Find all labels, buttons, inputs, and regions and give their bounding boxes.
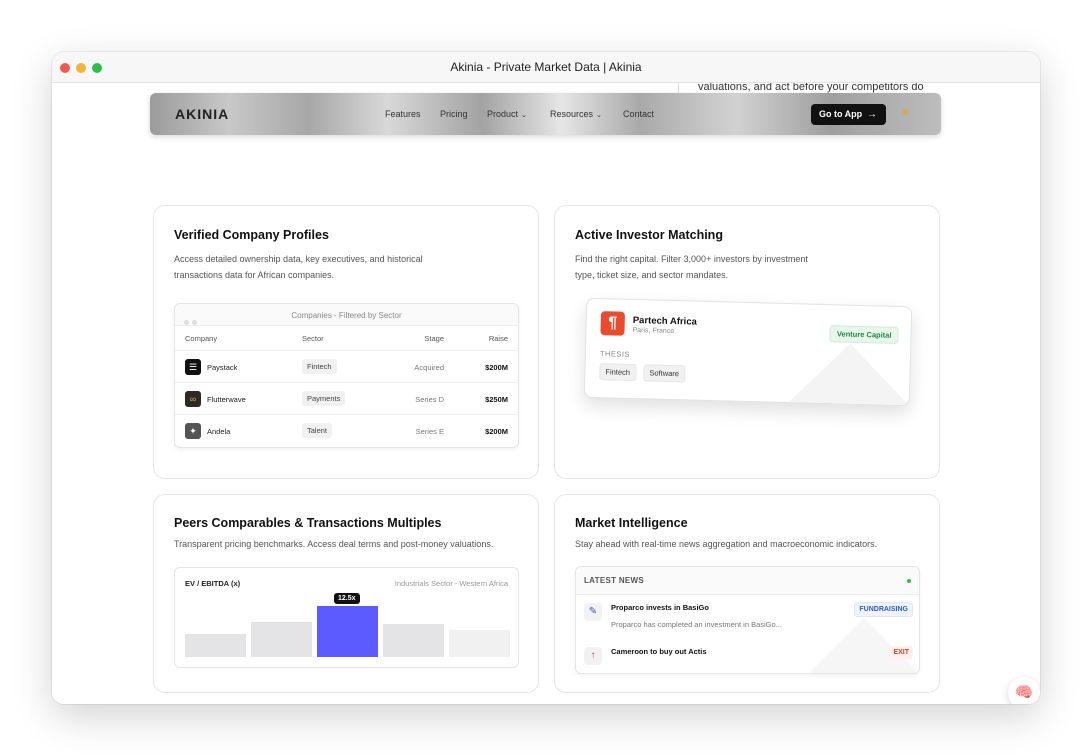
raise-value: $200M	[485, 427, 508, 436]
stage-value: Series E	[415, 427, 444, 436]
andela-logo-icon: ✦	[185, 423, 201, 439]
column-header-raise: Raise	[488, 334, 508, 343]
investor-type-badge: Venture Capital	[829, 325, 899, 344]
hero-text-fragment: valuations, and act before your competit…	[698, 83, 924, 93]
investor-name: Partech Africa	[632, 314, 697, 328]
nav-link-resources-label: Resources	[550, 109, 594, 119]
nav-link-product-label: Product	[487, 109, 519, 119]
navbar: AKINIA Features Pricing Product ⌄ Resourc…	[150, 93, 941, 135]
thesis-tag: Software	[643, 364, 686, 383]
news-title: Cameroon to buy out Actis	[611, 647, 707, 656]
window-title: Akinia - Private Market Data | Akinia	[450, 60, 642, 74]
investor-card[interactable]: ¶ Partech Africa Paris, France Venture C…	[583, 297, 913, 407]
news-header-label: LATEST NEWS	[584, 576, 645, 585]
thesis-tag: Fintech	[599, 363, 637, 382]
nav-link-features[interactable]: Features	[385, 109, 421, 119]
company-name: Andela	[207, 427, 231, 436]
arrow-up-icon: ↑	[584, 647, 602, 665]
card-title: Verified Company Profiles	[174, 228, 329, 242]
ev-ebitda-chart: EV / EBITDA (x) Industrials Sector - Wes…	[174, 567, 519, 668]
brand-logo[interactable]: AKINIA	[175, 106, 229, 122]
sector-tag: Payments	[302, 391, 346, 406]
live-indicator-icon	[907, 579, 911, 583]
stage-value: Acquired	[414, 363, 444, 372]
card-title: Peers Comparables & Transactions Multipl…	[174, 516, 442, 530]
comparable-bar	[449, 630, 510, 657]
feature-card-investor-matching: Active Investor Matching Find the right …	[554, 205, 940, 479]
nav-link-product[interactable]: Product ⌄	[487, 109, 527, 119]
news-subtitle: Proparco has completed an investment in …	[611, 620, 782, 629]
highlight-value-tooltip: 12.5x	[334, 593, 360, 604]
comparable-bar	[185, 634, 246, 657]
latest-news-panel: LATEST NEWS ✎ Proparco invests in BasiGo…	[575, 566, 920, 674]
table-row[interactable]: ✦ Andela Talent Series E $200M	[175, 414, 518, 446]
card-description: Find the right capital. Filter 3,000+ in…	[575, 254, 808, 280]
sector-tag: Fintech	[302, 359, 337, 374]
card-description: Access detailed ownership data, key exec…	[174, 254, 423, 280]
column-header-sector: Sector	[302, 334, 324, 343]
column-header-company: Company	[185, 334, 218, 343]
flutterwave-logo-icon: ∞	[185, 391, 201, 407]
news-badge: EXIT	[889, 646, 913, 659]
chevron-down-icon: ⌄	[521, 112, 527, 119]
thesis-label: THESIS	[599, 349, 631, 359]
stage-value: Series D	[415, 395, 444, 404]
page-content: valuations, and act before your competit…	[52, 83, 1040, 704]
title-bar: Akinia - Private Market Data | Akinia	[52, 52, 1040, 83]
column-header-stage: Stage	[424, 334, 444, 343]
companies-table: Companies - Filtered by Sector Company S…	[174, 303, 519, 448]
news-badge: FUNDRAISING	[854, 602, 913, 617]
chart-sector: Industrials Sector - Western Africa	[394, 579, 508, 588]
table-row[interactable]: ☰ Paystack Fintech Acquired $200M	[175, 350, 518, 382]
comparable-bar	[383, 624, 444, 657]
ai-assistant-brain-icon[interactable]: 🧠	[1008, 677, 1040, 704]
sector-tag: Talent	[302, 423, 333, 438]
company-name: Flutterwave	[207, 395, 246, 404]
theme-toggle-icon[interactable]: ☀	[900, 106, 910, 119]
feature-card-peers-comparables: Peers Comparables & Transactions Multipl…	[153, 494, 539, 693]
news-title: Proparco invests in BasiGo	[611, 603, 709, 612]
decorative-shape	[788, 342, 911, 406]
company-name: Paystack	[207, 363, 238, 372]
card-description: Stay ahead with real-time news aggregati…	[575, 539, 878, 549]
feature-card-market-intelligence: Market Intelligence Stay ahead with real…	[554, 494, 940, 693]
news-header: LATEST NEWS	[576, 567, 919, 595]
nav-link-pricing[interactable]: Pricing	[440, 109, 468, 119]
table-title: Companies - Filtered by Sector	[291, 311, 402, 320]
raise-value: $200M	[485, 363, 508, 372]
investor-location: Paris, France	[632, 326, 675, 336]
browser-window: Akinia - Private Market Data | Akinia va…	[52, 52, 1040, 704]
card-description: Transparent pricing benchmarks. Access d…	[174, 539, 494, 549]
card-title: Market Intelligence	[575, 516, 688, 530]
go-to-app-label: Go to App	[819, 109, 863, 119]
arrow-right-icon: →	[867, 109, 877, 120]
card-title: Active Investor Matching	[575, 228, 723, 242]
raise-value: $250M	[485, 395, 508, 404]
table-row[interactable]: ∞ Flutterwave Payments Series D $250M	[175, 382, 518, 414]
nav-link-resources[interactable]: Resources ⌄	[550, 109, 602, 119]
chart-label: EV / EBITDA (x)	[185, 579, 241, 588]
go-to-app-button[interactable]: Go to App →	[811, 104, 886, 125]
comparable-bar	[251, 622, 312, 657]
paystack-logo-icon: ☰	[185, 359, 201, 375]
feature-card-profiles: Verified Company Profiles Access detaile…	[153, 205, 539, 479]
chevron-down-icon: ⌄	[596, 112, 602, 119]
nav-link-contact[interactable]: Contact	[623, 109, 654, 119]
highlighted-bar	[317, 606, 378, 657]
pen-icon: ✎	[584, 603, 602, 621]
partech-logo-icon: ¶	[600, 311, 626, 336]
table-window-header: Companies - Filtered by Sector	[175, 304, 518, 326]
